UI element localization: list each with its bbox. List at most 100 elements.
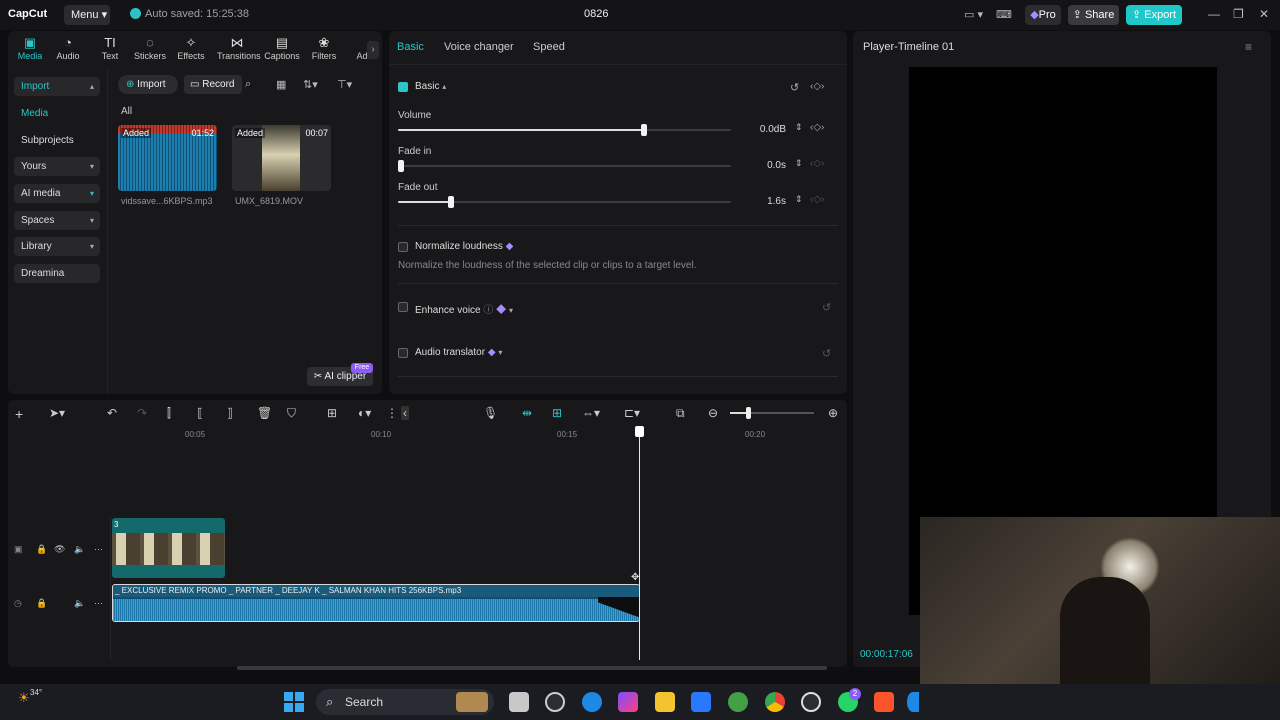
fade-out-handle[interactable] <box>448 196 454 208</box>
keyframe-icon[interactable]: ‹◇› <box>810 122 824 133</box>
delete-icon[interactable]: 🗑 <box>257 406 272 420</box>
pro-button[interactable]: ◆Pro <box>1025 5 1061 25</box>
toolbar-media[interactable]: ▣ Media <box>10 35 50 61</box>
enhance-voice-checkbox[interactable] <box>398 302 408 312</box>
capcut-icon[interactable] <box>801 692 821 712</box>
toolbar-effects[interactable]: ✧ Effects <box>171 35 211 61</box>
toolbar-transitions[interactable]: ⋈ Transitions <box>217 35 261 61</box>
sidebar-item-library[interactable]: Library ▾ <box>14 237 100 256</box>
split-left-icon[interactable]: ⟦ <box>197 406 203 420</box>
undo-icon[interactable]: ↶ <box>107 406 117 420</box>
audio-clip[interactable]: _ EXCLUSIVE REMIX PROMO _ PARTNER _ DEEJ… <box>112 584 640 622</box>
more-icon[interactable]: ⋯ <box>94 598 103 609</box>
tab-basic[interactable]: Basic <box>397 41 424 53</box>
utorrent-icon[interactable] <box>728 692 748 712</box>
hamburger-icon[interactable]: ≡ <box>1245 40 1252 54</box>
info-icon[interactable]: ⓘ <box>483 305 493 316</box>
split-right-icon[interactable]: ⟧ <box>227 406 233 420</box>
brave-icon[interactable] <box>874 692 894 712</box>
sidebar-item-import[interactable]: Import ▴ <box>14 77 100 96</box>
task-view-icon[interactable] <box>509 692 529 712</box>
more-tools-icon[interactable]: ⋮ <box>386 406 398 420</box>
edge-partial-icon[interactable] <box>907 692 919 712</box>
chevron-down-icon[interactable]: ▾ <box>498 348 502 357</box>
import-button[interactable]: ⊕ Import <box>118 75 178 94</box>
close-icon[interactable]: ✕ <box>1259 7 1269 21</box>
copilot-app-icon[interactable] <box>618 692 638 712</box>
select-tool-icon[interactable]: ➤▾ <box>49 406 65 420</box>
stepper-icon[interactable]: ⇕ <box>795 194 803 205</box>
timeline-scrollbar[interactable] <box>237 666 827 670</box>
preview-axis-icon[interactable]: ⊏▾ <box>624 406 640 420</box>
filter-icon[interactable]: ⊤▾ <box>337 78 352 91</box>
chrome-icon[interactable] <box>765 692 785 712</box>
toolbar-captions[interactable]: ▤ Captions <box>262 35 302 61</box>
windows-start-icon[interactable] <box>284 692 304 712</box>
sidebar-item-media[interactable]: Media <box>14 104 100 123</box>
store-icon[interactable] <box>691 692 711 712</box>
sidebar-item-ai-media[interactable]: AI media ▾ <box>14 184 100 203</box>
collapse-icon[interactable]: ‹ <box>401 406 409 420</box>
keyframe-icon[interactable]: ‹◇› <box>810 158 824 169</box>
video-clip[interactable]: 3 <box>112 518 225 578</box>
toolbar-audio[interactable]: ◔ Audio <box>48 35 88 61</box>
chevron-down-icon[interactable]: ▾ <box>509 306 513 315</box>
keyframe-icon[interactable]: ‹◇› <box>810 81 824 92</box>
sidebar-item-yours[interactable]: Yours ▾ <box>14 157 100 176</box>
zoom-handle[interactable] <box>746 407 751 419</box>
fade-in-slider[interactable] <box>398 160 731 172</box>
mask-icon[interactable]: ◐▾ <box>358 406 371 420</box>
volume-handle[interactable] <box>641 124 647 136</box>
toolbar-next-icon[interactable]: › <box>367 41 379 59</box>
copilot-icon[interactable] <box>545 692 565 712</box>
toolbar-text[interactable]: TI Text <box>90 35 130 61</box>
crop-icon[interactable]: ⊞ <box>327 406 337 420</box>
media-item-audio[interactable]: Added 01:52 <box>118 125 217 191</box>
fade-in-handle[interactable] <box>398 160 404 172</box>
magnet-icon[interactable]: ⇹ <box>522 406 532 420</box>
volume-slider[interactable] <box>398 124 731 136</box>
basic-checkbox[interactable] <box>398 82 408 92</box>
reset-icon[interactable]: ↺ <box>790 81 799 94</box>
fade-out-slider[interactable] <box>398 196 731 208</box>
section-basic-title[interactable]: Basic ▴ <box>415 81 446 92</box>
zoom-in-icon[interactable]: ⊕ <box>828 406 838 420</box>
sidebar-item-dreamina[interactable]: Dreamina <box>14 264 100 283</box>
zoom-out-icon[interactable]: ⊖ <box>708 406 718 420</box>
audio-translator-checkbox[interactable] <box>398 348 408 358</box>
tab-speed[interactable]: Speed <box>533 41 565 53</box>
record-button[interactable]: ▭ Record <box>184 75 242 94</box>
snap-icon[interactable]: ⊞ <box>552 406 562 420</box>
filter-all[interactable]: All <box>121 106 132 117</box>
media-item-video[interactable]: Added 00:07 <box>232 125 331 191</box>
normalize-checkbox[interactable] <box>398 242 408 252</box>
lock-icon[interactable]: 🔒 <box>36 544 47 555</box>
taskbar-search[interactable]: ⌕ Search <box>316 689 494 715</box>
keyframe-icon[interactable]: ‹◇› <box>810 194 824 205</box>
shield-icon[interactable]: ⛉ <box>287 406 296 421</box>
fit-icon[interactable]: ⧉ <box>676 406 685 421</box>
export-button[interactable]: ⇪ Export <box>1126 5 1182 25</box>
sort-icon[interactable]: ⇅▾ <box>303 78 318 91</box>
playhead[interactable] <box>639 427 640 660</box>
redo-icon[interactable]: ↷ <box>137 406 147 420</box>
toolbar-filters[interactable]: ❀ Filters <box>304 35 344 61</box>
file-explorer-icon[interactable] <box>655 692 675 712</box>
sidebar-item-spaces[interactable]: Spaces ▾ <box>14 211 100 230</box>
share-button[interactable]: ⇪ Share <box>1068 5 1119 25</box>
layout-icon[interactable]: ▭ ▾ <box>964 8 983 21</box>
eye-icon[interactable]: 👁 <box>54 544 65 555</box>
search-icon[interactable]: ⌕ <box>245 78 251 91</box>
tab-voice-changer[interactable]: Voice changer <box>444 41 514 53</box>
microphone-icon[interactable]: 🎙 <box>483 406 498 420</box>
add-track-icon[interactable]: + <box>15 406 23 422</box>
stepper-icon[interactable]: ⇕ <box>795 158 803 169</box>
grid-view-icon[interactable]: ▦ <box>276 78 286 91</box>
restore-icon[interactable]: ❐ <box>1233 7 1244 21</box>
keyboard-icon[interactable]: ⌨ <box>996 8 1012 21</box>
menu-button[interactable]: Menu ▾ <box>64 5 110 25</box>
split-icon[interactable]: ⫿ <box>167 406 171 421</box>
stepper-icon[interactable]: ⇕ <box>795 122 803 133</box>
reset-icon[interactable]: ↺ <box>822 347 831 360</box>
more-icon[interactable]: ⋯ <box>94 544 103 555</box>
